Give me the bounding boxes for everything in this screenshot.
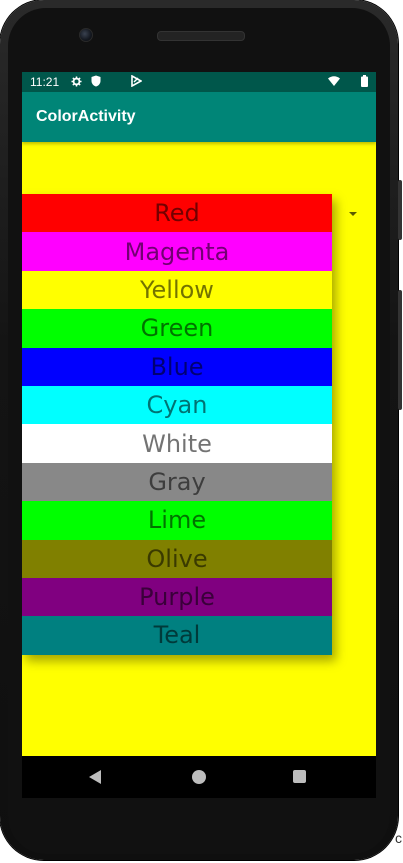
recents-square-icon[interactable] xyxy=(293,770,306,783)
dropdown-item-gray[interactable]: Gray xyxy=(22,462,332,502)
front-camera xyxy=(79,28,93,42)
dropdown-item-purple[interactable]: Purple xyxy=(22,577,332,617)
dropdown-item-red[interactable]: Red xyxy=(22,194,332,233)
background-text-fragment: c xyxy=(395,830,402,846)
color-dropdown-list: Red Magenta Yellow Green Blue Cyan White Gray Li… xyxy=(22,194,332,655)
battery-icon xyxy=(358,75,370,87)
dropdown-item-cyan[interactable]: Cyan xyxy=(22,385,332,425)
dropdown-item-white[interactable]: White xyxy=(22,424,332,463)
dropdown-arrow-icon[interactable] xyxy=(349,212,357,216)
dropdown-item-lime[interactable]: Lime xyxy=(22,501,332,540)
home-circle-icon[interactable] xyxy=(192,770,206,784)
shield-icon xyxy=(90,75,102,87)
dropdown-item-teal[interactable]: Teal xyxy=(22,616,332,655)
status-time: 11:21 xyxy=(30,75,60,89)
app-title: ColorActivity xyxy=(36,108,136,125)
dropdown-item-magenta[interactable]: Magenta xyxy=(22,232,332,271)
gear-icon xyxy=(70,75,82,87)
app-bar: ColorActivity xyxy=(22,92,376,142)
back-triangle-icon[interactable] xyxy=(89,770,101,784)
screen: 11:21 ColorActivity Red Magenta Yellow Gree… xyxy=(22,72,376,756)
wifi-icon xyxy=(328,75,340,87)
dropdown-item-olive[interactable]: Olive xyxy=(22,539,332,578)
navigation-bar xyxy=(22,756,376,798)
dropdown-item-green[interactable]: Green xyxy=(22,309,332,348)
dropdown-item-yellow[interactable]: Yellow xyxy=(22,270,332,310)
power-button xyxy=(398,180,402,240)
status-bar: 11:21 xyxy=(22,72,376,92)
stage: 11:21 ColorActivity Red Magenta Yellow Gree… xyxy=(0,0,403,863)
volume-button xyxy=(398,290,402,410)
play-protect-icon xyxy=(130,75,142,87)
dropdown-item-blue[interactable]: Blue xyxy=(22,347,332,386)
earpiece-speaker xyxy=(157,31,245,41)
